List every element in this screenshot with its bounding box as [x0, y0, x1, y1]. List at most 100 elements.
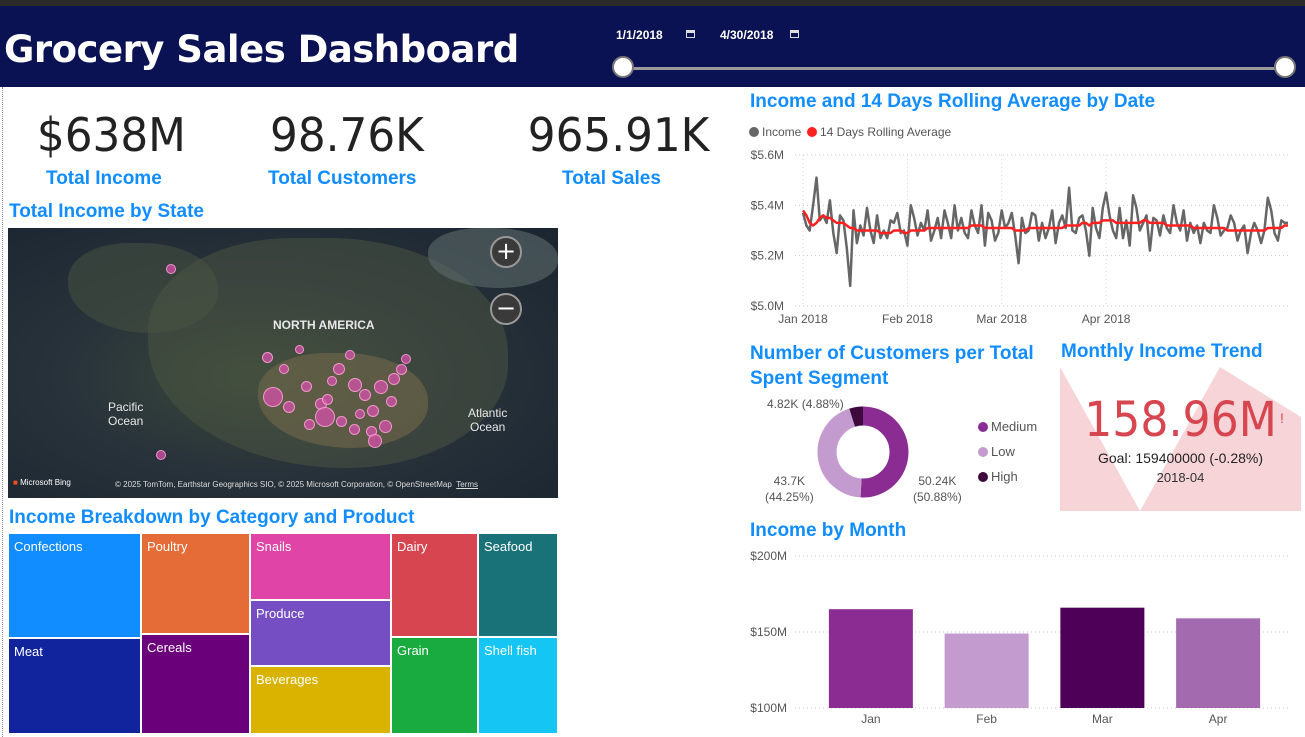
state-income-bubble[interactable]	[166, 264, 176, 274]
calendar-icon[interactable]	[790, 30, 799, 38]
treemap-tile-meat[interactable]: Meat	[8, 638, 141, 734]
treemap-tile-seafood[interactable]: Seafood	[478, 533, 558, 637]
donut-slice-high[interactable]	[849, 406, 864, 427]
page-title: Grocery Sales Dashboard	[4, 28, 519, 71]
treemap-tile-label: Seafood	[484, 539, 533, 554]
x-tick-label: Apr 2018	[1082, 312, 1131, 326]
state-income-bubble[interactable]	[327, 376, 337, 386]
donut-data-label: 4.82K (4.88%)	[767, 396, 844, 412]
kpi-label: Total Sales	[562, 168, 661, 189]
treemap-tile-produce[interactable]: Produce	[250, 600, 391, 666]
donut-percent: (44.25%)	[765, 490, 814, 504]
state-income-bubble[interactable]	[355, 409, 365, 419]
bar-feb[interactable]	[944, 633, 1029, 708]
donut-value: 43.7K	[773, 474, 806, 488]
state-income-bubble[interactable]	[294, 344, 304, 354]
state-income-bubble[interactable]	[385, 395, 397, 407]
end-date-input[interactable]: 4/30/2018	[710, 22, 807, 48]
calendar-icon[interactable]	[686, 30, 695, 38]
donut-legend-item[interactable]: High	[978, 469, 1018, 484]
legend-marker	[978, 472, 988, 482]
donut-legend-item[interactable]: Low	[978, 444, 1015, 459]
state-income-bubble[interactable]	[395, 363, 407, 375]
y-tick-label: $5.4M	[751, 198, 784, 212]
state-income-bubble[interactable]	[333, 363, 345, 375]
bar-apr[interactable]	[1176, 618, 1261, 708]
state-income-bubble[interactable]	[315, 407, 335, 427]
legend-marker	[978, 422, 988, 432]
donut-data-label: 50.24K (50.88%)	[913, 473, 962, 505]
state-income-bubble[interactable]	[388, 373, 400, 385]
map-label-atlantic: Atlantic Ocean	[468, 406, 508, 434]
state-income-bubble[interactable]	[368, 434, 382, 448]
state-income-bubble[interactable]	[300, 380, 312, 392]
state-income-bubble[interactable]	[378, 419, 392, 433]
state-income-bubble[interactable]	[263, 387, 283, 407]
legend-marker	[807, 127, 817, 137]
state-income-bubble[interactable]	[303, 418, 315, 430]
income-rolling-line-chart[interactable]: Income 14 Days Rolling Average $5.6M $5.4M $…	[748, 120, 1303, 350]
x-tick-label: Mar 2018	[976, 312, 1027, 326]
income-by-state-map[interactable]: NORTH AMERICA Pacific Ocean Atlantic Oce…	[8, 228, 558, 498]
treemap-tile-beverages[interactable]: Beverages	[250, 666, 391, 734]
state-income-bubble[interactable]	[359, 389, 371, 401]
date-slider-start-handle[interactable]	[612, 56, 634, 78]
state-income-bubble[interactable]	[345, 350, 355, 360]
map-label-continent: NORTH AMERICA	[273, 318, 375, 332]
bar-mar[interactable]	[1060, 607, 1145, 708]
y-tick-label: $100M	[750, 701, 787, 715]
kpi-value: 98.76K	[270, 108, 424, 162]
treemap-tile-label: Poultry	[147, 539, 188, 554]
x-tick-label: Jan	[861, 712, 880, 726]
treemap-tile-dairy[interactable]: Dairy	[391, 533, 478, 637]
customer-segment-donut[interactable]	[808, 397, 918, 507]
kpi-label: Total Income	[46, 168, 162, 189]
bar-jan[interactable]	[828, 609, 913, 708]
treemap-tile-confections[interactable]: Confections	[8, 533, 141, 638]
start-date-value: 1/1/2018	[616, 28, 663, 42]
start-date-input[interactable]: 1/1/2018	[606, 22, 703, 48]
state-income-bubble[interactable]	[401, 354, 411, 364]
legend-marker	[978, 447, 988, 457]
y-tick-label: $5.0M	[751, 299, 784, 313]
state-income-bubble[interactable]	[367, 405, 379, 417]
state-income-bubble[interactable]	[156, 450, 166, 460]
y-tick-label: $150M	[750, 625, 787, 639]
treemap-tile-cereals[interactable]: Cereals	[141, 634, 250, 734]
treemap-tile-poultry[interactable]: Poultry	[141, 533, 250, 634]
treemap-tile-grain[interactable]: Grain	[391, 637, 478, 734]
kpi-value: $638M	[36, 108, 186, 162]
income-by-month-bar-chart[interactable]: $200M $150M $100M Jan Feb Mar Apr	[748, 548, 1303, 733]
x-tick-label: Mar	[1092, 712, 1113, 726]
y-tick-label: $200M	[750, 549, 787, 563]
state-income-bubble[interactable]	[374, 380, 388, 394]
terms-link[interactable]: Terms	[456, 480, 478, 489]
donut-legend-item[interactable]: Medium	[978, 419, 1037, 434]
state-income-bubble[interactable]	[335, 415, 347, 427]
treemap-tile-label: Beverages	[256, 672, 319, 687]
treemap-title: Income Breakdown by Category and Product	[9, 507, 415, 528]
legend-label: Income	[762, 125, 802, 139]
map-label-pacific: Pacific Ocean	[108, 400, 144, 428]
zoom-in-button[interactable]: +	[490, 236, 522, 268]
bar-chart-title: Income by Month	[750, 520, 907, 541]
state-income-bubble[interactable]	[261, 351, 273, 363]
bing-logo: ■ Microsoft Bing	[13, 478, 71, 487]
bing-label: Microsoft Bing	[20, 478, 71, 487]
legend-marker	[749, 127, 759, 137]
date-slider-end-handle[interactable]	[1274, 56, 1296, 78]
donut-title: Number of Customers per Total Spent Segm…	[750, 343, 1034, 389]
state-income-bubble[interactable]	[321, 393, 333, 405]
x-tick-label: Apr	[1209, 712, 1228, 726]
donut-slice-low[interactable]	[817, 408, 863, 498]
date-range-slider-track[interactable]	[623, 67, 1286, 70]
state-income-bubble[interactable]	[283, 401, 295, 413]
state-income-bubble[interactable]	[279, 364, 289, 374]
treemap-tile-shell-fish[interactable]: Shell fish	[478, 637, 558, 734]
warning-icon[interactable]: !	[1280, 410, 1284, 426]
treemap-tile-snails[interactable]: Snails	[250, 533, 391, 600]
state-income-bubble[interactable]	[348, 423, 360, 435]
treemap-tile-label: Shell fish	[484, 643, 537, 658]
donut-slice-medium[interactable]	[860, 406, 909, 498]
zoom-out-button[interactable]: −	[490, 293, 522, 325]
